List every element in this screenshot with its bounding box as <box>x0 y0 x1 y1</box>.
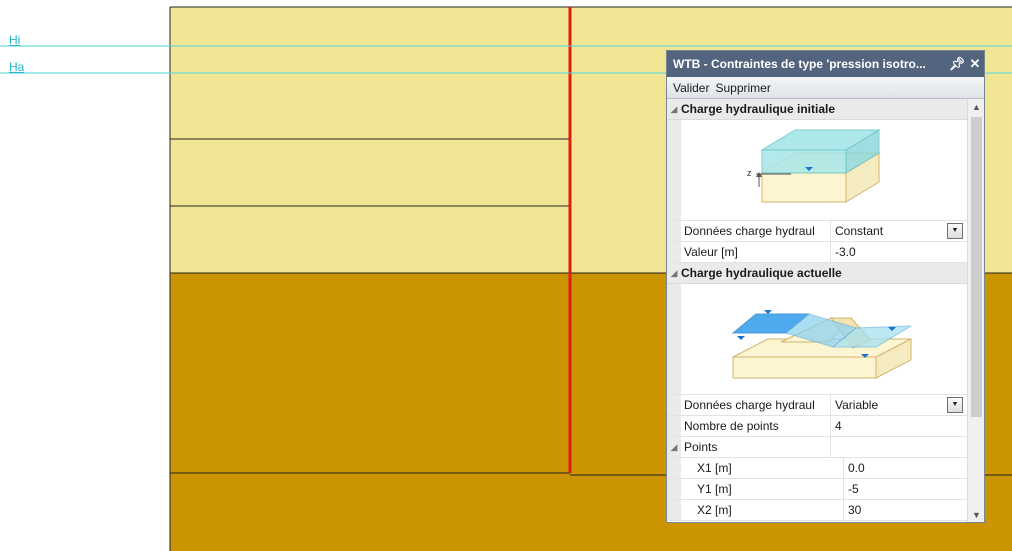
property-label: Données charge hydraul <box>681 395 831 415</box>
property-value[interactable]: 0.0 <box>844 458 967 478</box>
collapse-icon[interactable]: ◢ <box>667 268 681 279</box>
property-value[interactable]: -3.0 <box>831 242 967 262</box>
initial-head-illustration: z <box>667 120 967 221</box>
category-label: Charge hydraulique initiale <box>681 102 836 116</box>
property-row[interactable]: Nombre de points 4 <box>667 416 967 437</box>
property-label: Nombre de points <box>681 416 831 436</box>
current-head-illustration <box>667 284 967 395</box>
collapse-icon[interactable]: ◢ <box>667 104 681 115</box>
delete-button[interactable]: Supprimer <box>715 81 770 95</box>
property-label: Points <box>681 437 831 457</box>
property-value[interactable]: 30 <box>844 500 967 520</box>
water-level-hi-label[interactable]: Hi <box>9 33 20 47</box>
validate-button[interactable]: Valider <box>673 81 709 95</box>
constant-water-block-diagram: z <box>747 129 881 203</box>
scroll-down-icon[interactable]: ▼ <box>968 507 984 522</box>
properties-panel: WTB - Contraintes de type 'pression isot… <box>666 50 985 523</box>
property-label: Valeur [m] <box>681 242 831 262</box>
category-initial-head[interactable]: ◢ Charge hydraulique initiale <box>667 99 967 120</box>
panel-toolbar: Valider Supprimer <box>667 77 984 99</box>
vertical-scrollbar[interactable]: ▲ ▼ <box>967 99 984 522</box>
collapse-icon[interactable]: ◢ <box>667 437 681 457</box>
property-label: Y1 [m] <box>681 479 844 499</box>
property-value[interactable]: -5 <box>844 479 967 499</box>
property-label: X1 [m] <box>681 458 844 478</box>
close-icon[interactable]: ✕ <box>966 56 984 72</box>
category-current-head[interactable]: ◢ Charge hydraulique actuelle <box>667 263 967 284</box>
property-label: Données charge hydraul <box>681 221 831 241</box>
property-grid: ◢ Charge hydraulique initiale z Données … <box>667 99 967 522</box>
panel-title-bar[interactable]: WTB - Contraintes de type 'pression isot… <box>667 51 984 77</box>
property-value[interactable]: Variable <box>835 398 878 412</box>
property-row[interactable]: Données charge hydraul Constant ▼ <box>667 221 967 242</box>
property-row[interactable]: X1 [m] 0.0 <box>667 458 967 479</box>
panel-title: WTB - Contraintes de type 'pression isot… <box>673 57 926 71</box>
scroll-thumb[interactable] <box>971 117 982 417</box>
property-label: X2 [m] <box>681 500 844 520</box>
scroll-up-icon[interactable]: ▲ <box>968 99 984 115</box>
dropdown-arrow-icon[interactable]: ▼ <box>947 397 963 413</box>
property-row[interactable]: Valeur [m] -3.0 <box>667 242 967 263</box>
property-row[interactable]: X2 [m] 30 <box>667 500 967 521</box>
pin-icon[interactable]: 📌︎ <box>948 56 966 72</box>
water-level-ha-label[interactable]: Ha <box>9 60 24 74</box>
property-row[interactable]: Données charge hydraul Variable ▼ <box>667 395 967 416</box>
z-axis-label: z <box>747 168 752 178</box>
property-value[interactable]: 4 <box>831 416 967 436</box>
dropdown-arrow-icon[interactable]: ▼ <box>947 223 963 239</box>
property-row[interactable]: Y1 [m] -5 <box>667 479 967 500</box>
points-group-row[interactable]: ◢ Points <box>667 437 967 458</box>
property-value[interactable]: Constant <box>835 224 883 238</box>
variable-water-block-diagram <box>731 310 912 379</box>
category-label: Charge hydraulique actuelle <box>681 266 842 280</box>
